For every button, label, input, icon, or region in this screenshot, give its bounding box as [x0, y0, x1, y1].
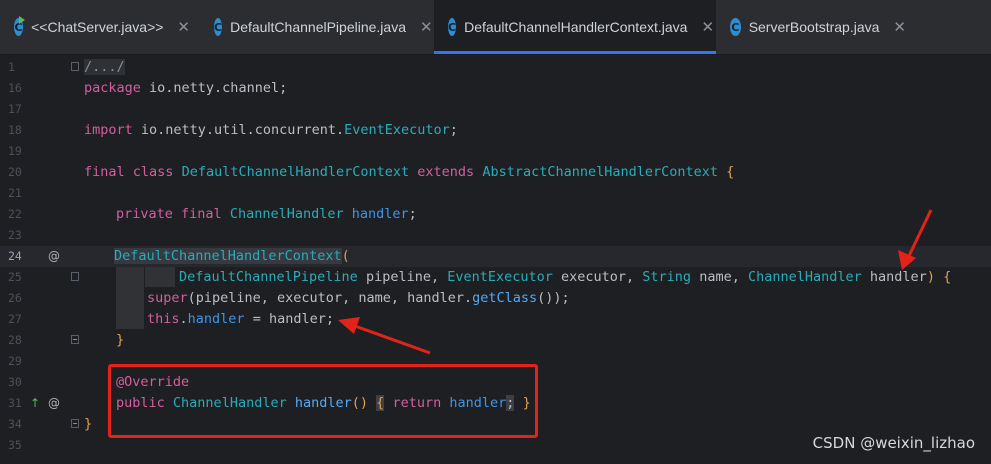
- arrow-to-constructor-param: [898, 209, 933, 270]
- watermark: CSDN @weixin_lizhao: [812, 434, 975, 452]
- annotation-arrows: [338, 209, 933, 355]
- arrow-to-field-assign: [338, 317, 431, 355]
